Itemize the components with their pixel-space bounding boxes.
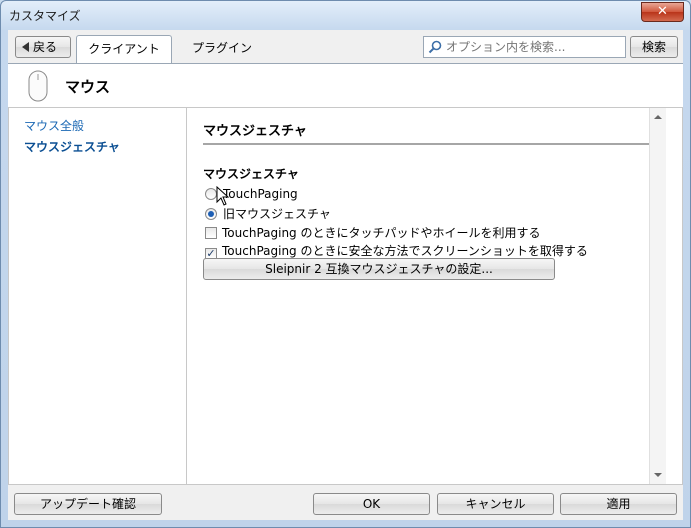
- settings-content: マウスジェスチャ マウスジェスチャ TouchPaging 旧マウスジェスチャ …: [188, 108, 666, 484]
- ok-button[interactable]: OK: [313, 493, 430, 515]
- radio-label: TouchPaging: [223, 187, 298, 201]
- window-title: カスタマイズ: [9, 9, 81, 23]
- compat-gesture-settings-button[interactable]: Sleipnir 2 互換マウスジェスチャの設定...: [203, 258, 555, 280]
- checkbox-label: TouchPaging のときにタッチパッドやホイールを利用する: [222, 226, 541, 240]
- mouse-icon: [28, 70, 48, 102]
- back-button-label: 戻る: [33, 40, 58, 54]
- apply-button[interactable]: 適用: [560, 493, 677, 515]
- close-icon: ✕: [657, 4, 668, 19]
- section-divider: [203, 143, 653, 145]
- back-arrow-icon: [22, 42, 29, 52]
- customize-window: カスタマイズ ✕ 戻る クライアント プラグイン 検索: [0, 0, 691, 528]
- cancel-button[interactable]: キャンセル: [437, 493, 554, 515]
- tab-client-label: クライアント: [88, 42, 160, 56]
- sidebar-item-mouse-gesture[interactable]: マウスジェスチャ: [24, 138, 120, 155]
- checkbox-touchpad-wheel[interactable]: TouchPaging のときにタッチパッドやホイールを利用する: [205, 224, 540, 241]
- radio-label: 旧マウスジェスチャ: [223, 207, 331, 221]
- tab-plugin[interactable]: プラグイン: [182, 35, 262, 63]
- radio-legacy-gesture[interactable]: 旧マウスジェスチャ: [205, 205, 331, 222]
- tab-client[interactable]: クライアント: [76, 35, 172, 63]
- close-button[interactable]: ✕: [641, 2, 684, 22]
- back-button[interactable]: 戻る: [15, 36, 71, 58]
- sidebar-item-mouse-general[interactable]: マウス全般: [24, 117, 84, 134]
- update-check-button[interactable]: アップデート確認: [14, 493, 162, 515]
- checkbox-label: TouchPaging のときに安全な方法でスクリーンショットを取得する: [222, 244, 588, 258]
- section-title: マウスジェスチャ: [203, 124, 307, 139]
- title-bar: カスタマイズ ✕: [1, 1, 690, 29]
- search-button[interactable]: 検索: [630, 36, 678, 58]
- page-title: マウス: [65, 78, 111, 96]
- checkbox[interactable]: [205, 227, 217, 239]
- search-input[interactable]: [444, 38, 622, 56]
- dialog-client: 戻る クライアント プラグイン 検索 マウス: [8, 30, 683, 520]
- tab-plugin-label: プラグイン: [192, 41, 253, 55]
- settings-body: マウス全般 マウスジェスチャ マウスジェスチャ マウスジェスチャ TouchPa…: [8, 108, 683, 485]
- sidebar: マウス全般 マウスジェスチャ: [9, 108, 187, 484]
- search-box: [423, 36, 626, 58]
- group-title: マウスジェスチャ: [203, 167, 299, 181]
- radio-button[interactable]: [205, 208, 217, 220]
- toolbar: 戻る クライアント プラグイン 検索: [8, 30, 683, 63]
- scroll-down-icon[interactable]: [654, 473, 662, 477]
- page-header: マウス: [8, 63, 683, 108]
- search-icon: [428, 40, 442, 54]
- scroll-up-icon[interactable]: [654, 115, 662, 119]
- mouse-cursor-icon: [216, 186, 230, 206]
- vertical-scrollbar[interactable]: [649, 108, 666, 484]
